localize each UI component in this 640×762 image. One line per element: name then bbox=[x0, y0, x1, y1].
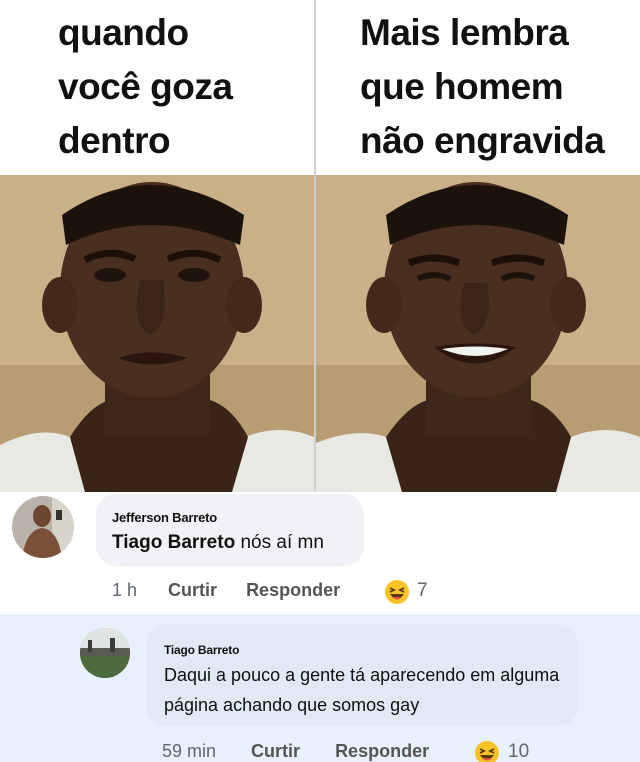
meme-image: quando você goza dentro Mais lembra que … bbox=[0, 0, 640, 492]
laughing-emoji-icon[interactable] bbox=[384, 579, 410, 605]
caption-right-line: que homem bbox=[360, 66, 564, 107]
laughing-emoji-icon[interactable] bbox=[474, 740, 500, 762]
like-button[interactable]: Curtir bbox=[251, 741, 300, 761]
avatar[interactable] bbox=[80, 628, 130, 678]
comment-actions: 1 h Curtir Responder bbox=[112, 580, 340, 601]
caption-right-line: não engravida bbox=[360, 120, 605, 161]
comment-author[interactable]: Jefferson Barreto bbox=[112, 510, 217, 525]
caption-left-line: dentro bbox=[58, 120, 171, 161]
reaction-count[interactable]: 10 bbox=[508, 741, 529, 762]
comment-timestamp[interactable]: 1 h bbox=[112, 580, 137, 600]
comment-actions: 59 min Curtir Responder bbox=[162, 741, 429, 762]
reply-button[interactable]: Responder bbox=[246, 580, 340, 600]
meme-panel-serious-face bbox=[0, 175, 314, 492]
caption-left-line: quando bbox=[58, 12, 189, 53]
avatar[interactable] bbox=[12, 496, 74, 558]
comment-text: Daqui a pouco a gente tá aparecendo em a… bbox=[164, 665, 560, 715]
caption-left: quando você goza dentro bbox=[58, 6, 308, 168]
reply-button[interactable]: Responder bbox=[335, 741, 429, 761]
comment-timestamp[interactable]: 59 min bbox=[162, 741, 216, 761]
reaction-count[interactable]: 7 bbox=[417, 580, 428, 602]
comment-body: nós aí mn bbox=[235, 532, 324, 553]
meme-panel-smiling-face bbox=[316, 175, 640, 492]
like-button[interactable]: Curtir bbox=[168, 580, 217, 600]
comments-section: Jefferson Barreto Tiago Barreto nós aí m… bbox=[0, 492, 640, 762]
mention-link[interactable]: Tiago Barreto bbox=[112, 532, 235, 553]
comment-text: Tiago Barreto nós aí mn bbox=[112, 528, 324, 558]
caption-right: Mais lembra que homem não engravida bbox=[360, 6, 630, 168]
caption-right-line: Mais lembra bbox=[360, 12, 569, 53]
comment-author[interactable]: Tiago Barreto bbox=[164, 643, 239, 657]
caption-left-line: você goza bbox=[58, 66, 233, 107]
